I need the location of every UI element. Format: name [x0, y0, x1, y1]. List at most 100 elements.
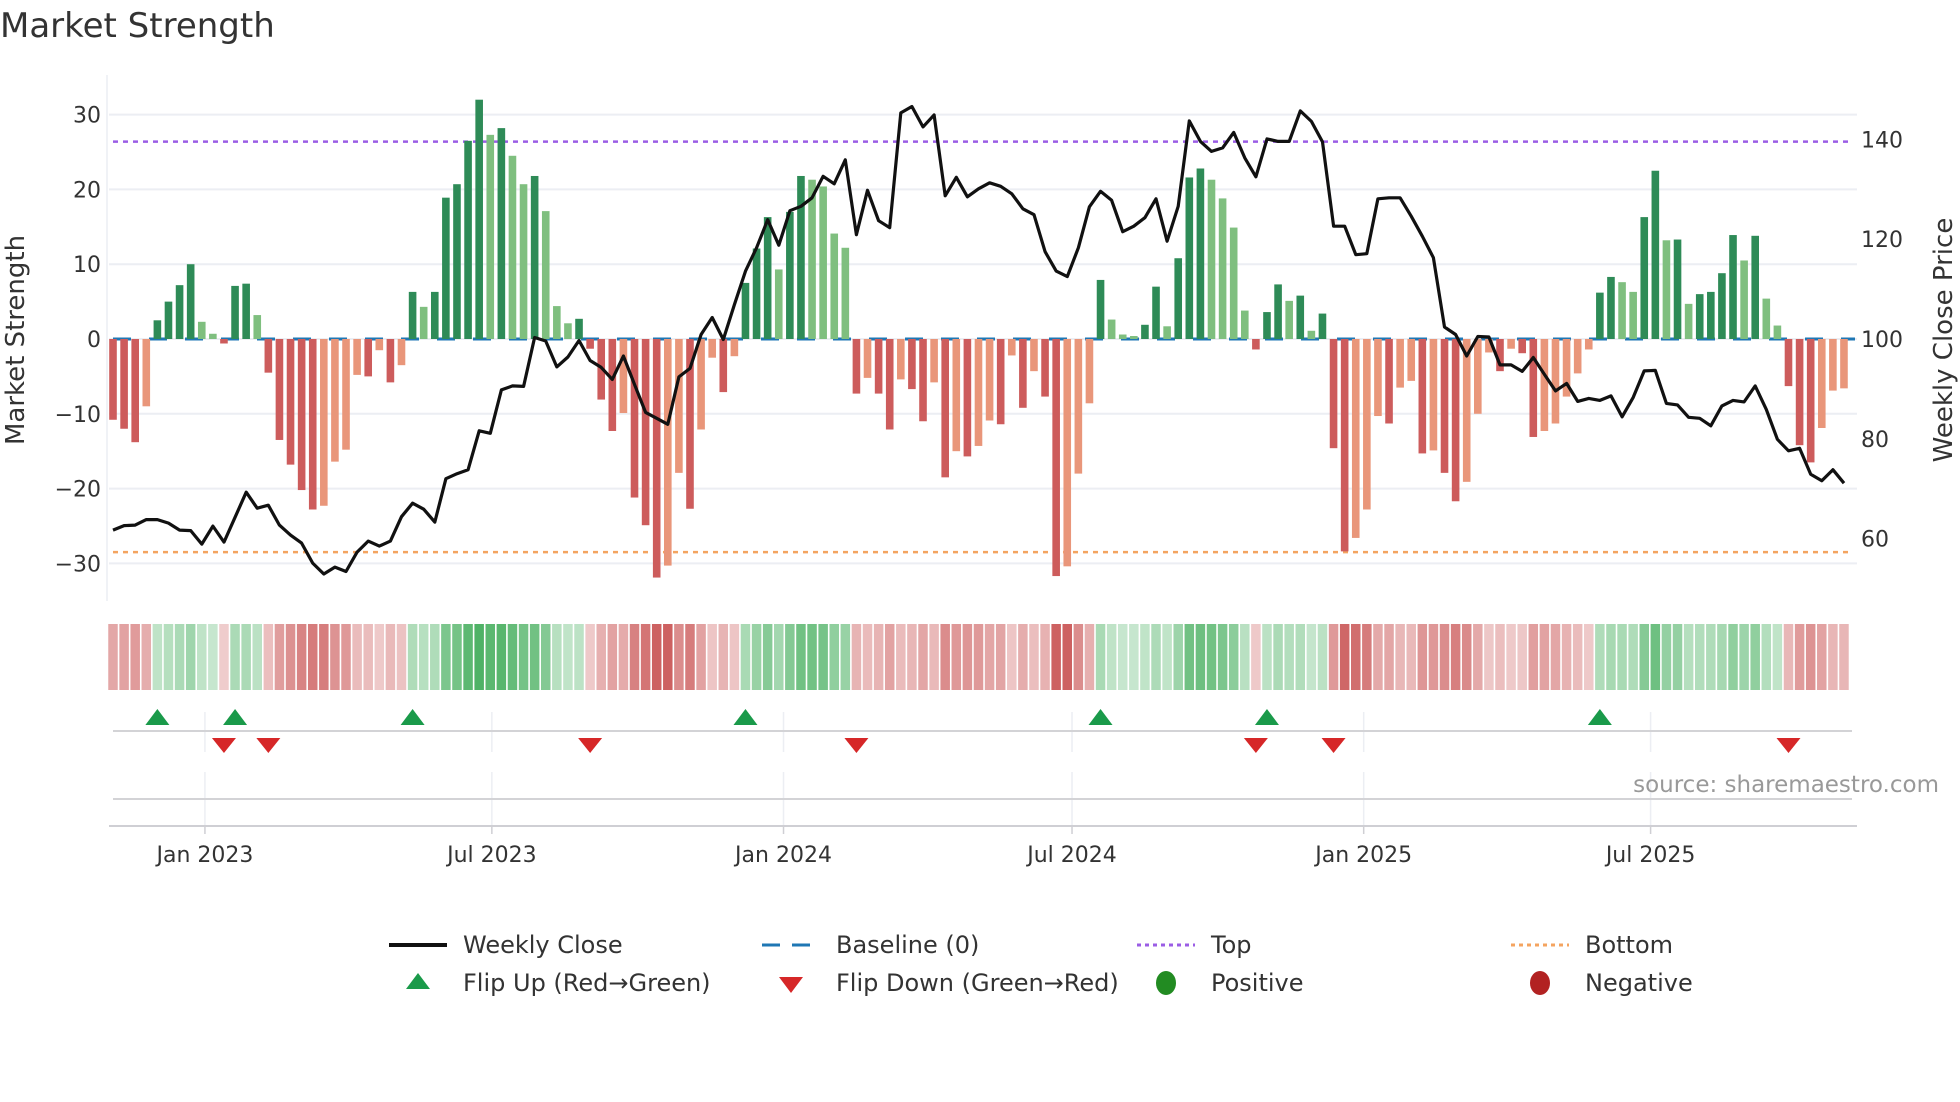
strip-cell — [785, 624, 795, 690]
strip-cell — [274, 624, 285, 690]
strength-bar — [464, 140, 472, 339]
strength-bar — [730, 339, 739, 357]
strip-cell — [1129, 624, 1139, 690]
strip-cell — [1495, 624, 1505, 690]
strip-cell — [341, 624, 351, 690]
flip-up-marker — [733, 709, 758, 725]
strength-bar — [320, 339, 328, 506]
strip-cell — [1106, 624, 1117, 690]
strip-cell — [1328, 624, 1339, 690]
strip-cell — [108, 624, 118, 690]
strength-bar — [774, 269, 783, 339]
strength-bar — [442, 197, 450, 339]
strength-bar — [1218, 198, 1227, 339]
strip-cell — [1317, 624, 1328, 690]
strength-bar — [1829, 339, 1837, 391]
flip-up-marker — [400, 709, 425, 725]
strip-cell — [663, 624, 673, 690]
strip-cell — [1217, 624, 1228, 690]
strength-bar — [286, 339, 295, 465]
strength-bar — [897, 339, 905, 380]
strength-bar — [664, 339, 672, 566]
strength-bar — [941, 339, 949, 478]
strip-cell — [1084, 624, 1095, 690]
strip-cell — [1473, 624, 1483, 690]
strength-bar — [453, 184, 461, 339]
strength-bar — [1584, 339, 1593, 350]
strip-cell — [507, 624, 518, 690]
strip-cell — [1761, 624, 1772, 690]
strip-cell — [1805, 624, 1816, 690]
strength-bar — [1007, 339, 1016, 356]
flip-markers-panel — [113, 709, 1852, 753]
y-tick-label: −30 — [55, 552, 101, 577]
strip-cell — [995, 624, 1006, 690]
strip-cell — [1717, 624, 1727, 690]
x-axis: Jan 2023 Jul 2023 Jan 2024 Jul 2024 Jan 2025… — [109, 772, 1857, 868]
strength-bar — [996, 339, 1005, 425]
strip-cell — [1339, 624, 1350, 690]
strength-bar — [786, 211, 794, 339]
strength-bar — [641, 339, 650, 526]
strip-cell — [1306, 624, 1317, 690]
strip-cell — [1739, 624, 1749, 690]
strip-cell — [929, 624, 939, 690]
strength-bar — [1729, 235, 1737, 339]
strength-bar — [1707, 291, 1715, 339]
reference-levels — [113, 140, 1855, 554]
strength-bar — [153, 320, 162, 339]
strip-cell — [1694, 624, 1705, 690]
strength-heat-strip — [108, 624, 1849, 690]
strength-bar — [175, 285, 184, 339]
flip-up-marker — [1587, 709, 1612, 725]
flip-down-marker — [578, 738, 603, 753]
strip-cell — [851, 624, 862, 690]
strip-cell — [1439, 624, 1450, 690]
strength-bar — [486, 134, 495, 339]
y2-tick-label: 60 — [1861, 528, 1889, 553]
x-tick-label: Jan 2023 — [154, 843, 253, 868]
strip-cell — [1572, 624, 1583, 690]
strength-bar — [1784, 339, 1793, 387]
strip-cell — [1395, 624, 1405, 690]
strip-cell — [796, 624, 806, 690]
strip-cell — [241, 624, 251, 690]
strength-bar — [1418, 339, 1427, 454]
strength-bar — [819, 186, 827, 339]
strength-bar — [1329, 339, 1338, 449]
strip-cell — [1750, 624, 1760, 690]
strength-bar — [1052, 339, 1060, 577]
strength-bar — [586, 339, 594, 349]
strip-cell — [1606, 624, 1616, 690]
strength-bar — [253, 315, 262, 339]
strip-cell — [1206, 624, 1217, 690]
strip-cell — [1351, 624, 1361, 690]
strength-bar — [1274, 284, 1282, 339]
strength-bar — [120, 339, 128, 429]
flip-up-marker — [1088, 709, 1113, 725]
strip-cell — [1706, 624, 1716, 690]
strength-bar — [1163, 326, 1171, 339]
strength-bar — [1118, 334, 1127, 339]
strength-bar — [564, 323, 572, 339]
strength-bar — [231, 285, 239, 339]
strip-cell — [1672, 624, 1683, 690]
strip-cell — [374, 624, 385, 690]
strip-cell — [918, 624, 928, 690]
strip-cell — [696, 624, 706, 690]
strip-cell — [1461, 624, 1472, 690]
strip-cell — [873, 624, 884, 690]
strip-cell — [718, 624, 729, 690]
strip-cell — [1029, 624, 1039, 690]
strip-cell — [618, 624, 629, 690]
strength-bar — [1252, 339, 1260, 350]
strength-bar — [1374, 339, 1382, 417]
y2-tick-label: 140 — [1861, 128, 1903, 153]
strip-cell — [263, 624, 274, 690]
strip-cell — [1051, 624, 1061, 690]
strip-cell — [1550, 624, 1561, 690]
strength-bar — [763, 217, 772, 339]
strip-cell — [208, 624, 218, 690]
strip-cell — [1228, 624, 1239, 690]
flip-up-marker — [1254, 709, 1279, 725]
